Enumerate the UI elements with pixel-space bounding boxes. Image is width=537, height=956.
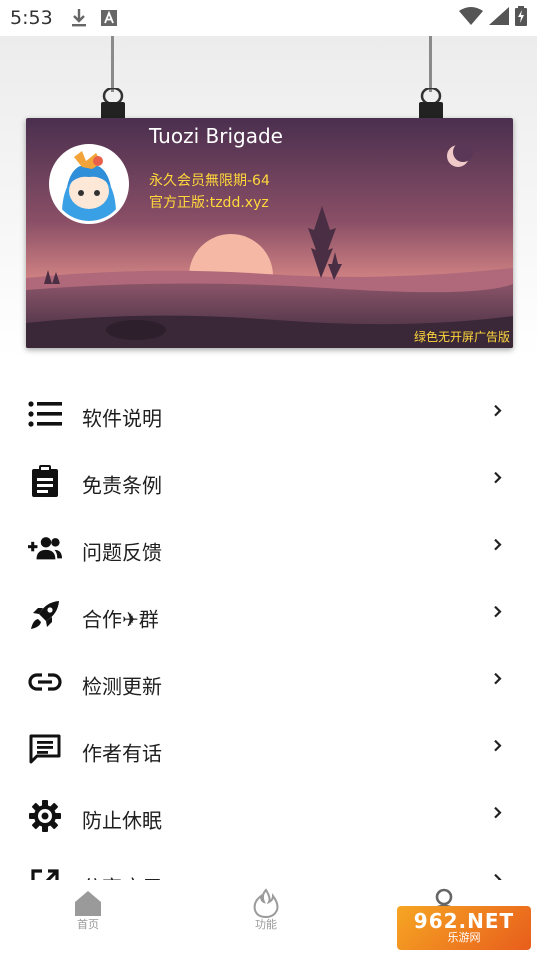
menu-item-label: 问题反馈 (82, 539, 162, 564)
chevron-right-icon (493, 737, 503, 756)
official-site: 官方正版:tzdd.xyz (149, 195, 269, 211)
watermark-main: 962.NET (413, 909, 515, 933)
menu-item-author-note[interactable]: 作者有话 (0, 715, 537, 782)
message-icon (28, 732, 62, 766)
avatar[interactable] (49, 144, 129, 224)
menu-item-label: 合作✈群 (82, 606, 159, 631)
tab-features[interactable]: 功能 (236, 888, 296, 934)
link-icon (28, 665, 62, 699)
tab-features-label: 功能 (255, 918, 277, 931)
chevron-right-icon (493, 670, 503, 689)
gear-icon (28, 799, 62, 833)
signal-icon (489, 7, 509, 29)
list-icon (28, 397, 62, 431)
hanging-wire (429, 36, 432, 92)
hanging-wire (111, 36, 114, 92)
status-bar: 5:53 (0, 0, 537, 36)
tab-home-label: 首页 (77, 918, 99, 931)
menu-item-software-info[interactable]: 软件说明 (0, 380, 537, 447)
status-time: 5:53 (10, 7, 53, 29)
tab-home[interactable]: 首页 (58, 888, 118, 934)
profile-header: Tuozi Brigade 永久会员無限期-64 官方正版:tzdd.xyz 绿… (0, 36, 537, 358)
watermark-sub: 乐游网 (447, 931, 481, 944)
chevron-right-icon (493, 603, 503, 622)
profile-banner: Tuozi Brigade 永久会员無限期-64 官方正版:tzdd.xyz 绿… (26, 118, 513, 348)
menu-item-cooperation-group[interactable]: 合作✈群 (0, 581, 537, 648)
menu-item-label: 软件说明 (82, 405, 162, 430)
settings-menu: 软件说明 免责条例 问题反馈 合作✈群 检测更新 作者有话 防止休眠 (0, 380, 537, 880)
menu-item-label: 免责条例 (82, 472, 162, 497)
chevron-right-icon (493, 402, 503, 421)
clipboard-icon (28, 464, 62, 498)
menu-item-label: 检测更新 (82, 673, 162, 698)
chevron-right-icon (493, 536, 503, 555)
anime-avatar-icon (52, 147, 126, 221)
chevron-right-icon (493, 871, 503, 880)
menu-item-feedback[interactable]: 问题反馈 (0, 514, 537, 581)
site-watermark: 962.NET 乐游网 (397, 906, 531, 950)
rocket-icon (28, 598, 62, 632)
download-icon (71, 8, 87, 28)
wifi-icon (459, 7, 483, 29)
chevron-right-icon (493, 804, 503, 823)
bottom-navigation: 首页 功能 我的 962.NET 乐游网 (0, 880, 537, 956)
menu-item-label: 分享应用 (82, 871, 162, 880)
user-name: Tuozi Brigade (149, 124, 283, 148)
add-group-icon (28, 531, 62, 565)
battery-charging-icon (515, 6, 527, 30)
menu-item-prevent-sleep[interactable]: 防止休眠 (0, 782, 537, 849)
share-icon (28, 866, 62, 880)
menu-item-disclaimer[interactable]: 免责条例 (0, 447, 537, 514)
menu-item-label: 作者有话 (82, 740, 162, 765)
menu-item-check-update[interactable]: 检测更新 (0, 648, 537, 715)
ad-free-badge: 绿色无开屏广告版 (413, 330, 510, 344)
font-a-icon (100, 10, 117, 26)
menu-item-share-app[interactable]: 分享应用 (0, 849, 537, 880)
menu-item-label: 防止休眠 (82, 807, 162, 832)
vip-status: 永久会员無限期-64 (149, 173, 270, 189)
chevron-right-icon (493, 469, 503, 488)
